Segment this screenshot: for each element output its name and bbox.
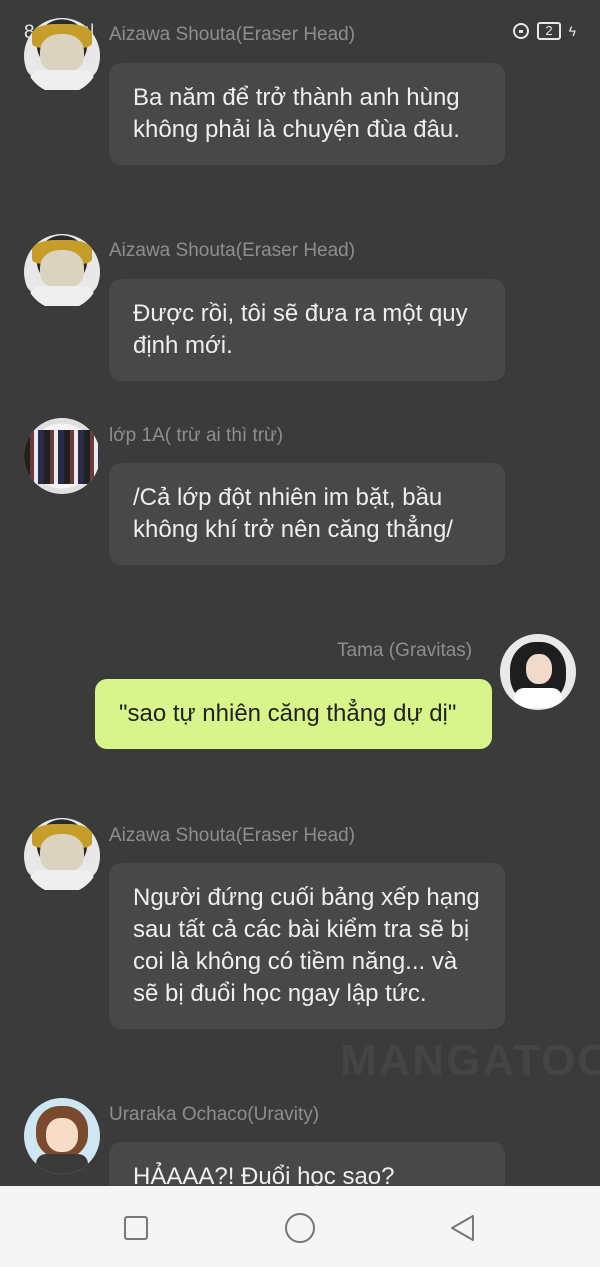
- back-button[interactable]: [449, 1213, 477, 1243]
- message-bubble[interactable]: /Cả lớp đột nhiên im bặt, bầu không khí …: [109, 463, 505, 565]
- aizawa-avatar[interactable]: [24, 18, 100, 94]
- status-right: 2 ϟ: [513, 22, 576, 40]
- sender-name: Aizawa Shouta(Eraser Head): [109, 24, 356, 45]
- home-button[interactable]: [285, 1213, 315, 1243]
- message-bubble[interactable]: "sao tự nhiên căng thẳng dự dị": [95, 679, 492, 749]
- sender-name: lớp 1A( trừ ai thì trừ): [109, 425, 284, 446]
- sender-name: Tama (Gravitas): [337, 640, 473, 661]
- aizawa-avatar[interactable]: [24, 234, 100, 310]
- class-1a-avatar[interactable]: [24, 418, 100, 494]
- uraraka-avatar[interactable]: [24, 1098, 100, 1174]
- rotation-lock-icon: [513, 23, 530, 39]
- battery-icon: 2: [537, 22, 561, 40]
- tama-avatar[interactable]: [500, 634, 576, 710]
- aizawa-avatar[interactable]: [24, 818, 100, 894]
- sender-name: Aizawa Shouta(Eraser Head): [109, 240, 356, 261]
- recent-apps-button[interactable]: [124, 1216, 148, 1240]
- message-bubble[interactable]: Được rồi, tôi sẽ đưa ra một quy định mới…: [109, 279, 505, 381]
- sender-name: Uraraka Ochaco(Uravity): [109, 1104, 320, 1125]
- message-bubble[interactable]: Người đứng cuối bảng xếp hạng sau tất cả…: [109, 863, 505, 1029]
- watermark: MANGATOON: [340, 1036, 600, 1085]
- message-bubble[interactable]: Ba năm để trở thành anh hùng không phải …: [109, 63, 505, 165]
- charging-icon: ϟ: [568, 23, 576, 39]
- sender-name: Aizawa Shouta(Eraser Head): [109, 825, 356, 846]
